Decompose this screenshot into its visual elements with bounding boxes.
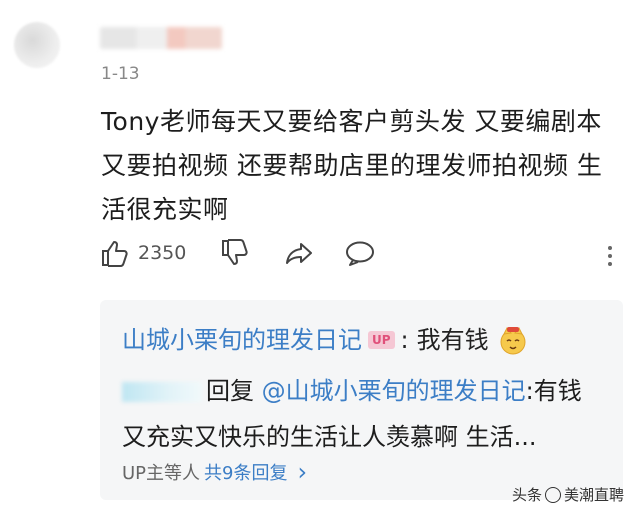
share-icon (284, 238, 314, 268)
reply-second: 回复 @山城小栗旬的理发日记:有钱又充实又快乐的生活让人羡慕啊 生活... (122, 368, 602, 460)
username-blurred[interactable] (100, 27, 222, 49)
comment-date: 1-13 (101, 64, 140, 84)
watermark-left: 头条 (511, 486, 542, 504)
comment-icon (344, 238, 376, 268)
chevron-right-icon: › (297, 458, 308, 486)
reply-box: 山城小栗旬的理发日记 UP : 我有钱 回复 @山城小栗旬的理发日记:有钱又充实… (100, 300, 623, 500)
comment-text: Tony老师每天又要给客户剪头发 又要编剧本 又要拍视频 还要帮助店里的理发师拍… (101, 107, 603, 224)
thumbs-up-icon (100, 238, 130, 268)
share-button[interactable] (284, 238, 314, 268)
watermark-right: 美潮直聘 (563, 486, 624, 504)
reply-mention[interactable]: @山城小栗旬的理发日记 (262, 377, 526, 405)
reply-comment-button[interactable] (344, 238, 376, 268)
reply-author[interactable]: 山城小栗旬的理发日记 (122, 324, 362, 356)
thumbs-down-icon (220, 238, 250, 268)
up-badge: UP (368, 331, 395, 349)
emoji-icon (497, 324, 529, 356)
reply-separator: : (400, 326, 409, 354)
replier-name-blurred[interactable] (122, 382, 202, 402)
footer-prefix: UP主等人 (122, 463, 201, 484)
watermark: 头条 美潮直聘 (512, 484, 624, 505)
more-icon[interactable] (608, 242, 612, 270)
avatar[interactable] (14, 22, 60, 68)
reply-word: 回复 (206, 377, 254, 405)
view-replies-link[interactable]: 共9条回复 (204, 459, 287, 485)
reply-footer[interactable]: UP主等人 共9条回复 › (122, 458, 307, 486)
reply-text: 我有钱 (416, 326, 489, 354)
reply-first: 山城小栗旬的理发日记 UP : 我有钱 (122, 324, 529, 356)
watermark-at-icon (544, 486, 561, 503)
comment-actions: 2350 (100, 238, 620, 278)
like-count: 2350 (138, 242, 187, 264)
like-button[interactable]: 2350 (100, 238, 186, 268)
dislike-button[interactable] (220, 238, 250, 268)
